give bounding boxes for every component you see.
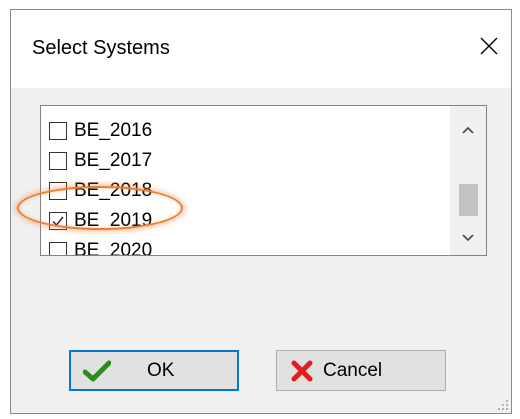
checkbox-checked[interactable]	[49, 212, 67, 230]
scrollbar-thumb[interactable]	[459, 184, 478, 216]
list-item[interactable]: BE_2020	[45, 236, 153, 256]
title-bar: Select Systems	[11, 10, 511, 88]
list-item[interactable]: BE_2016	[45, 116, 152, 146]
checkbox[interactable]	[49, 242, 67, 255]
green-checkmark-icon	[83, 360, 111, 382]
list-item-label: BE_2018	[74, 180, 153, 201]
cancel-button-label: Cancel	[323, 359, 383, 381]
vertical-scrollbar[interactable]	[450, 106, 486, 255]
select-systems-dialog: Select Systems BE_2016 BE_2017 BE_2018 B…	[10, 9, 512, 414]
cancel-button[interactable]: Cancel	[276, 350, 446, 391]
list-item-label: BE_2016	[74, 120, 153, 141]
dialog-title: Select Systems	[32, 37, 170, 59]
scroll-down-icon[interactable]	[460, 232, 476, 244]
ok-button-label: OK	[147, 359, 175, 381]
list-item[interactable]: BE_2017	[45, 146, 152, 176]
checkbox[interactable]	[49, 152, 67, 170]
list-item-label: BE_2017	[74, 150, 153, 171]
scroll-up-icon[interactable]	[460, 124, 476, 136]
systems-listbox[interactable]: BE_2016 BE_2017 BE_2018 BE_2019 BE_2020	[40, 105, 487, 256]
close-button[interactable]	[475, 32, 503, 60]
list-item[interactable]: BE_2019	[45, 206, 152, 236]
close-icon	[480, 37, 498, 55]
red-x-icon	[291, 360, 313, 382]
list-item[interactable]: BE_2018	[45, 176, 152, 206]
list-item-label: BE_2020	[74, 240, 153, 256]
ok-button[interactable]: OK	[69, 350, 239, 391]
checkbox[interactable]	[49, 122, 67, 140]
resize-grip-icon[interactable]	[497, 399, 509, 411]
list-item-label: BE_2019	[74, 210, 153, 231]
checkmark-icon	[52, 216, 64, 227]
checkbox[interactable]	[49, 182, 67, 200]
